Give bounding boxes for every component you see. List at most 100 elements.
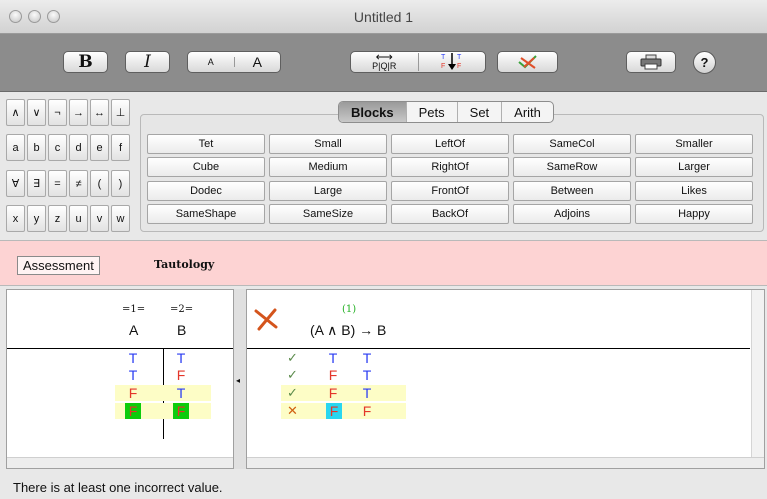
column-number: =2= <box>170 304 194 315</box>
predicate-button[interactable]: RightOf <box>391 157 509 177</box>
key-z[interactable]: z <box>48 205 67 232</box>
svg-text:F: F <box>441 63 445 70</box>
predicate-button[interactable]: Happy <box>635 204 753 224</box>
formula-text[interactable]: (A ∧ B) → B <box>310 322 386 339</box>
predicate-button[interactable]: Between <box>513 181 631 201</box>
key-or[interactable]: ∨ <box>27 99 46 126</box>
print-button[interactable] <box>626 51 676 73</box>
key-not[interactable]: ¬ <box>48 99 67 126</box>
key-w[interactable]: w <box>111 205 130 232</box>
title-bar: Untitled 1 <box>0 0 767 34</box>
key-not-equals[interactable]: ≠ <box>69 170 88 197</box>
predicate-button[interactable]: Dodec <box>147 181 265 201</box>
svg-text:T: T <box>441 54 446 61</box>
predicate-button[interactable]: Likes <box>635 181 753 201</box>
help-button[interactable]: ? <box>693 51 716 74</box>
key-u[interactable]: u <box>69 205 88 232</box>
pqr-label: P|Q|R <box>372 61 397 71</box>
key-e[interactable]: e <box>90 134 109 161</box>
predicate-button[interactable]: Tet <box>147 134 265 154</box>
predicate-button[interactable]: Cube <box>147 157 265 177</box>
key-close-paren[interactable]: ) <box>111 170 130 197</box>
vertical-scrollbar[interactable] <box>751 290 764 459</box>
bold-button[interactable]: B <box>63 51 108 73</box>
key-b[interactable]: b <box>27 134 46 161</box>
assessment-button[interactable]: Assessment <box>17 256 100 275</box>
tab-set[interactable]: Set <box>456 102 502 122</box>
key-open-paren[interactable]: ( <box>90 170 109 197</box>
predicate-button[interactable]: Larger <box>635 157 753 177</box>
predicate-button[interactable]: FrontOf <box>391 181 509 201</box>
formula-cell[interactable]: T <box>319 350 347 366</box>
check-icon: ✓ <box>287 367 298 382</box>
key-bottom[interactable]: ⊥ <box>111 99 130 126</box>
tab-pets[interactable]: Pets <box>405 102 457 122</box>
key-f[interactable]: f <box>111 134 130 161</box>
language-tabs: Blocks Pets Set Arith <box>338 101 554 123</box>
formula-cell[interactable]: F <box>319 367 347 383</box>
predicate-button[interactable]: Small <box>269 134 387 154</box>
italic-button[interactable]: I <box>125 51 170 73</box>
table-tools: ⟷ P|Q|R T T F F <box>350 51 486 73</box>
key-d[interactable]: d <box>69 134 88 161</box>
predicate-button[interactable]: Large <box>269 181 387 201</box>
key-implies[interactable]: → <box>69 99 88 126</box>
ref-cell[interactable]: F <box>173 403 189 419</box>
add-column-button[interactable]: ⟷ P|Q|R <box>351 51 419 71</box>
key-exists[interactable]: ∃ <box>27 170 46 197</box>
horizontal-scrollbar[interactable] <box>247 457 764 468</box>
predicate-button[interactable]: Medium <box>269 157 387 177</box>
predicate-button[interactable]: Smaller <box>635 134 753 154</box>
ref-cell[interactable]: F <box>167 367 195 383</box>
horizontal-scrollbar[interactable] <box>7 457 233 468</box>
font-smaller-button[interactable]: A <box>188 57 235 67</box>
ref-cell[interactable]: F <box>119 385 147 401</box>
formula-cell[interactable]: F <box>319 385 347 401</box>
key-v[interactable]: v <box>90 205 109 232</box>
ref-cell[interactable]: T <box>167 350 195 366</box>
key-equals[interactable]: = <box>48 170 67 197</box>
formula-column-number: (1) <box>342 304 357 315</box>
key-forall[interactable]: ∀ <box>6 170 25 197</box>
predicate-button[interactable]: LeftOf <box>391 134 509 154</box>
formula-cell[interactable]: T <box>353 350 381 366</box>
predicate-button[interactable]: SameSize <box>269 204 387 224</box>
key-y[interactable]: y <box>27 205 46 232</box>
incorrect-cross-icon <box>254 308 278 331</box>
key-iff[interactable]: ↔ <box>90 99 109 126</box>
header-rule <box>247 348 750 349</box>
column-header-a[interactable]: A <box>129 322 138 338</box>
check-cross-icon <box>517 55 537 69</box>
formula-pane[interactable]: (1) (A ∧ B) → B ✓ T T ✓ F T ✓ F T ✕ F F <box>246 289 765 469</box>
ref-cell[interactable]: T <box>119 350 147 366</box>
window-title: Untitled 1 <box>353 9 414 25</box>
predicate-button[interactable]: SameCol <box>513 134 631 154</box>
assessment-bar: Assessment Tautology <box>0 240 767 286</box>
formula-cell[interactable]: T <box>353 385 381 401</box>
formula-cell[interactable]: F <box>353 403 381 419</box>
printer-icon <box>640 54 662 70</box>
predicate-button[interactable]: SameRow <box>513 157 631 177</box>
cross-icon: ✕ <box>287 403 298 418</box>
add-rows-button[interactable]: T T F F <box>419 51 486 74</box>
verify-button[interactable] <box>497 51 558 73</box>
tab-arith[interactable]: Arith <box>501 102 553 122</box>
formula-cell[interactable]: T <box>353 367 381 383</box>
column-header-b[interactable]: B <box>177 322 186 338</box>
predicate-button[interactable]: Adjoins <box>513 204 631 224</box>
predicate-button[interactable]: SameShape <box>147 204 265 224</box>
predicate-button[interactable]: BackOf <box>391 204 509 224</box>
ref-cell[interactable]: F <box>125 403 141 419</box>
tab-blocks[interactable]: Blocks <box>339 102 406 122</box>
key-a[interactable]: a <box>6 134 25 161</box>
key-x[interactable]: x <box>6 205 25 232</box>
ref-cell[interactable]: T <box>119 367 147 383</box>
font-larger-button[interactable]: A <box>235 54 281 70</box>
formula-row-highlight <box>281 403 406 419</box>
formula-cell[interactable]: F <box>326 403 342 419</box>
key-and[interactable]: ∧ <box>6 99 25 126</box>
reference-columns-pane[interactable]: =1= =2= A B T T T F F T F F <box>6 289 234 469</box>
ref-cell[interactable]: T <box>167 385 195 401</box>
symbol-keypad: ∧ ∨ ¬ → ↔ ⊥ a b c d e f ∀ ∃ = ≠ ( ) x y … <box>6 99 134 233</box>
key-c[interactable]: c <box>48 134 67 161</box>
